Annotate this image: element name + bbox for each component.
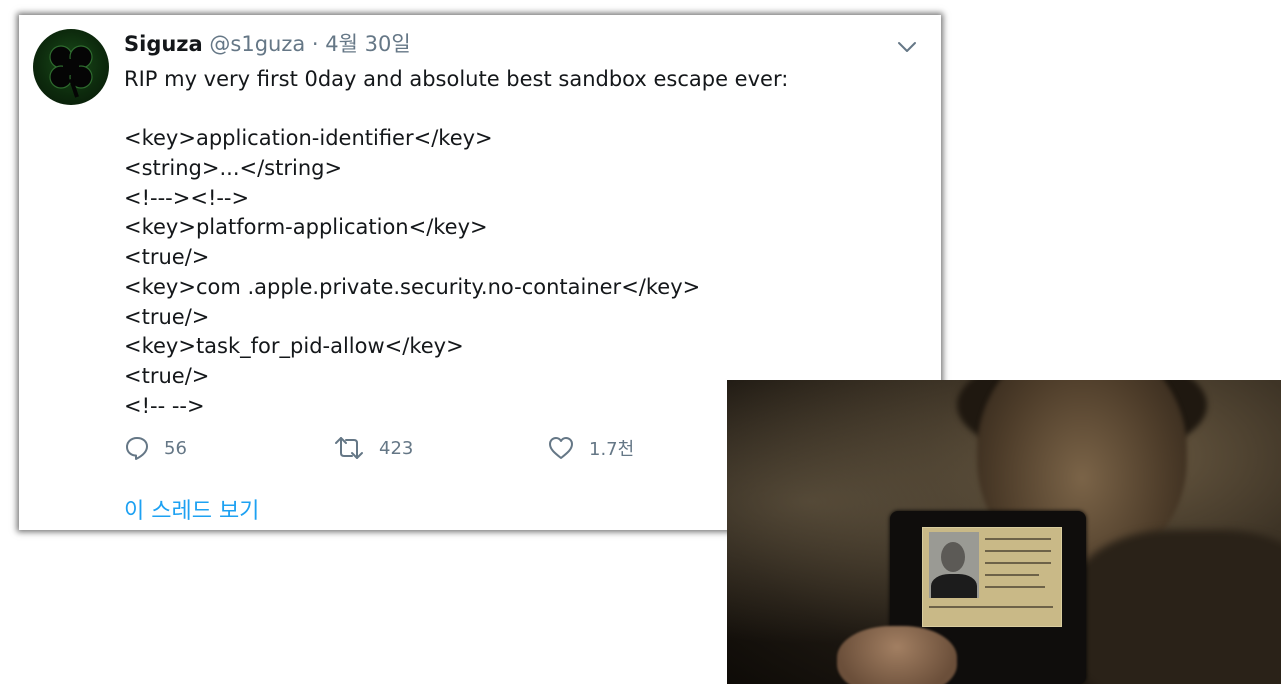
heart-icon bbox=[549, 437, 573, 459]
id-photo bbox=[929, 532, 979, 598]
hand bbox=[837, 626, 957, 684]
clover-avatar-icon bbox=[49, 45, 93, 98]
chevron-down-icon[interactable] bbox=[895, 35, 919, 59]
tweet-line: <!-- --> bbox=[124, 393, 205, 418]
tweet-line: <key>application-identifier</key> bbox=[124, 126, 493, 151]
reply-button[interactable]: 56 bbox=[124, 435, 187, 461]
tweet-text: RIP my very first 0day and absolute best… bbox=[124, 65, 788, 421]
reply-bubble-icon bbox=[126, 437, 148, 460]
tweet-line: <!---><!--> bbox=[124, 185, 250, 210]
meme-photo bbox=[727, 380, 1281, 684]
tweet-actions: 56 423 1.7천 bbox=[124, 435, 824, 467]
retweet-count: 423 bbox=[379, 437, 414, 459]
tweet-line: <key>platform-application</key> bbox=[124, 215, 488, 240]
author-name[interactable]: Siguza bbox=[124, 32, 203, 56]
like-count: 1.7천 bbox=[589, 439, 635, 460]
tweet-line: <true/> bbox=[124, 245, 210, 270]
author-handle[interactable]: @s1guza bbox=[209, 32, 305, 56]
tweet-date[interactable]: 4월 30일 bbox=[325, 32, 410, 56]
retweet-icon bbox=[335, 437, 363, 459]
tweet-line: <true/> bbox=[124, 363, 210, 388]
tweet-line bbox=[124, 95, 788, 125]
avatar[interactable] bbox=[33, 29, 109, 105]
retweet-button[interactable]: 423 bbox=[333, 435, 413, 461]
like-button[interactable]: 1.7천 bbox=[547, 435, 634, 461]
show-thread-link[interactable]: 이 스레드 보기 bbox=[124, 493, 259, 525]
header-separator: · bbox=[311, 32, 319, 56]
tweet-line: <key>task_for_pid-allow</key> bbox=[124, 334, 464, 359]
tweet-line: <string>...</string> bbox=[124, 156, 343, 181]
tweet-header: Siguza @s1guza · 4월 30일 bbox=[124, 30, 411, 58]
tweet-line: <key>com .apple.private.security.no-cont… bbox=[124, 274, 701, 299]
tweet-line: <true/> bbox=[124, 304, 210, 329]
reply-count: 56 bbox=[164, 437, 187, 459]
tweet-line: RIP my very first 0day and absolute best… bbox=[124, 67, 789, 91]
